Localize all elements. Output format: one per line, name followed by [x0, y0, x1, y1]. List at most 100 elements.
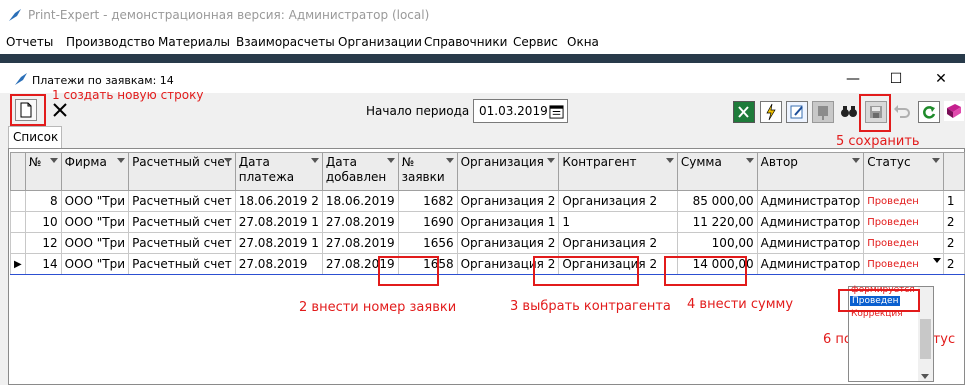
scrollbar-thumb[interactable]	[920, 319, 931, 359]
edit-icon[interactable]	[786, 101, 808, 123]
cell-account[interactable]: Расчетный счет	[128, 253, 236, 275]
cell-order[interactable]: 1690	[397, 211, 458, 233]
cell-extra[interactable]: 2	[942, 253, 965, 275]
cell-extra[interactable]: 2	[942, 211, 965, 233]
col-header-contractor[interactable]: Контрагент	[558, 152, 678, 191]
delete-icon[interactable]	[52, 102, 68, 118]
table-row[interactable]: 10 ООО "Три Расчетный счет 27.08.2019 1 …	[10, 211, 965, 233]
cell-firm[interactable]: ООО "Три	[60, 190, 130, 212]
period-start-field[interactable]: 01.03.2019	[473, 99, 568, 123]
cell-firm[interactable]: ООО "Три	[60, 253, 130, 275]
grid-header-row: № Фирма Расчетный счет Дата платежа Дата…	[10, 152, 965, 191]
cell-status[interactable]: Проведен	[863, 190, 944, 212]
dropdown-scrollbar[interactable]	[918, 287, 933, 381]
status-editor[interactable]: Проведен	[863, 253, 944, 275]
cell-org[interactable]: Организация 1	[456, 211, 560, 233]
cell-sum[interactable]: 11 220,00	[676, 211, 758, 233]
cell-order[interactable]: 1656	[397, 232, 458, 254]
close-window-button[interactable]: ✕	[931, 71, 951, 87]
menu-organizacii[interactable]: Организации	[338, 35, 422, 49]
col-header-added[interactable]: Дата добавлен	[321, 152, 399, 191]
menu-materialy[interactable]: Материалы	[158, 35, 230, 49]
cell-status[interactable]: Проведен	[863, 211, 944, 233]
cell-author[interactable]: Администратор	[756, 190, 865, 212]
cell-org[interactable]: Организация 2	[456, 232, 560, 254]
cell-sum[interactable]: 100,00	[676, 232, 758, 254]
cell-contractor[interactable]: Организация 2	[558, 232, 678, 254]
row-marker[interactable]	[10, 211, 26, 233]
table-row-current[interactable]: ▶ 14 ООО "Три Расчетный счет 27.08.2019 …	[10, 253, 965, 275]
col-header-order[interactable]: № заявки	[397, 152, 458, 191]
cell-num[interactable]: 10	[24, 211, 62, 233]
table-row[interactable]: 12 ООО "Три Расчетный счет 27.08.2019 1 …	[10, 232, 965, 254]
cell-pay-date[interactable]: 27.08.2019 1	[234, 211, 323, 233]
undo-icon[interactable]	[892, 101, 912, 121]
calendar-icon[interactable]	[549, 104, 564, 119]
row-marker-current[interactable]: ▶	[10, 253, 26, 275]
dropdown-arrow-icon[interactable]	[932, 258, 941, 263]
menu-otchety[interactable]: Отчеты	[6, 35, 53, 49]
minimize-button[interactable]: —	[843, 71, 863, 87]
excel-export-icon[interactable]	[733, 101, 755, 123]
cell-account[interactable]: Расчетный счет	[128, 190, 236, 212]
lightning-icon[interactable]	[760, 101, 782, 123]
col-header-firm[interactable]: Фирма	[60, 152, 130, 191]
book-icon[interactable]	[944, 101, 964, 121]
col-header-contractor-label: Контрагент	[562, 155, 637, 169]
sort-arrow-icon	[386, 158, 395, 163]
col-header-account[interactable]: Расчетный счет	[128, 152, 236, 191]
cell-added[interactable]: 27.08.2019	[321, 232, 399, 254]
col-header-sum[interactable]: Сумма	[676, 152, 758, 191]
cell-order[interactable]: 1682	[397, 190, 458, 212]
col-header-pay-date[interactable]: Дата платежа	[234, 152, 323, 191]
refresh-icon[interactable]	[918, 101, 940, 123]
cell-author[interactable]: Администратор	[756, 211, 865, 233]
row-marker[interactable]	[10, 232, 26, 254]
col-header-status[interactable]: Статус	[863, 152, 944, 191]
cell-num[interactable]: 14	[24, 253, 62, 275]
cell-added[interactable]: 18.06.2019	[321, 190, 399, 212]
post-disabled-icon[interactable]	[812, 101, 834, 123]
app-title-bar: Print-Expert - демонстрационная версия: …	[0, 0, 965, 32]
col-header-org[interactable]: Организация	[456, 152, 560, 191]
menu-okna[interactable]: Окна	[567, 35, 599, 49]
menu-vzaimoraschety[interactable]: Взаиморасчеты	[236, 35, 335, 49]
cell-firm[interactable]: ООО "Три	[60, 211, 130, 233]
cell-pay-date[interactable]: 18.06.2019 2	[234, 190, 323, 212]
col-header-account-label: Расчетный счет	[132, 155, 232, 169]
menu-bar: Отчеты Производство Материалы Взаиморасч…	[0, 32, 965, 54]
cell-author[interactable]: Администратор	[756, 232, 865, 254]
col-header-num[interactable]: №	[24, 152, 62, 191]
menu-servis[interactable]: Сервис	[513, 35, 558, 49]
cell-extra[interactable]: 2	[942, 232, 965, 254]
col-header-author[interactable]: Автор	[756, 152, 865, 191]
window-logo-icon	[15, 73, 27, 85]
cell-contractor[interactable]: 1	[558, 211, 678, 233]
binoculars-icon[interactable]	[839, 101, 859, 121]
cell-sum[interactable]: 85 000,00	[676, 190, 758, 212]
cell-pay-date[interactable]: 27.08.2019 1	[234, 232, 323, 254]
menu-spravochniki[interactable]: Справочники	[424, 35, 507, 49]
row-marker-header	[10, 152, 26, 191]
cell-org[interactable]: Организация 2	[456, 190, 560, 212]
cell-contractor[interactable]: Организация 2	[558, 190, 678, 212]
table-row[interactable]: 8 ООО "Три Расчетный счет 18.06.2019 2 1…	[10, 190, 965, 212]
cell-extra[interactable]: 1	[942, 190, 965, 212]
maximize-button[interactable]: ☐	[886, 71, 906, 87]
cell-account[interactable]: Расчетный счет	[128, 211, 236, 233]
scroll-down-icon[interactable]	[921, 374, 929, 379]
cell-pay-date[interactable]: 27.08.2019	[234, 253, 323, 275]
menu-proizvodstvo[interactable]: Производство	[66, 35, 155, 49]
cell-status[interactable]: Проведен	[863, 232, 944, 254]
row-marker[interactable]	[10, 190, 26, 212]
col-header-author-label: Автор	[760, 155, 798, 169]
cell-num[interactable]: 8	[24, 190, 62, 212]
cell-author[interactable]: Администратор	[756, 253, 865, 275]
col-header-extra[interactable]	[942, 152, 965, 191]
cell-num[interactable]: 12	[24, 232, 62, 254]
col-header-sum-label: Сумма	[680, 155, 722, 169]
cell-firm[interactable]: ООО "Три	[60, 232, 130, 254]
cell-account[interactable]: Расчетный счет	[128, 232, 236, 254]
cell-added[interactable]: 27.08.2019	[321, 211, 399, 233]
tab-list[interactable]: Список	[8, 126, 62, 148]
